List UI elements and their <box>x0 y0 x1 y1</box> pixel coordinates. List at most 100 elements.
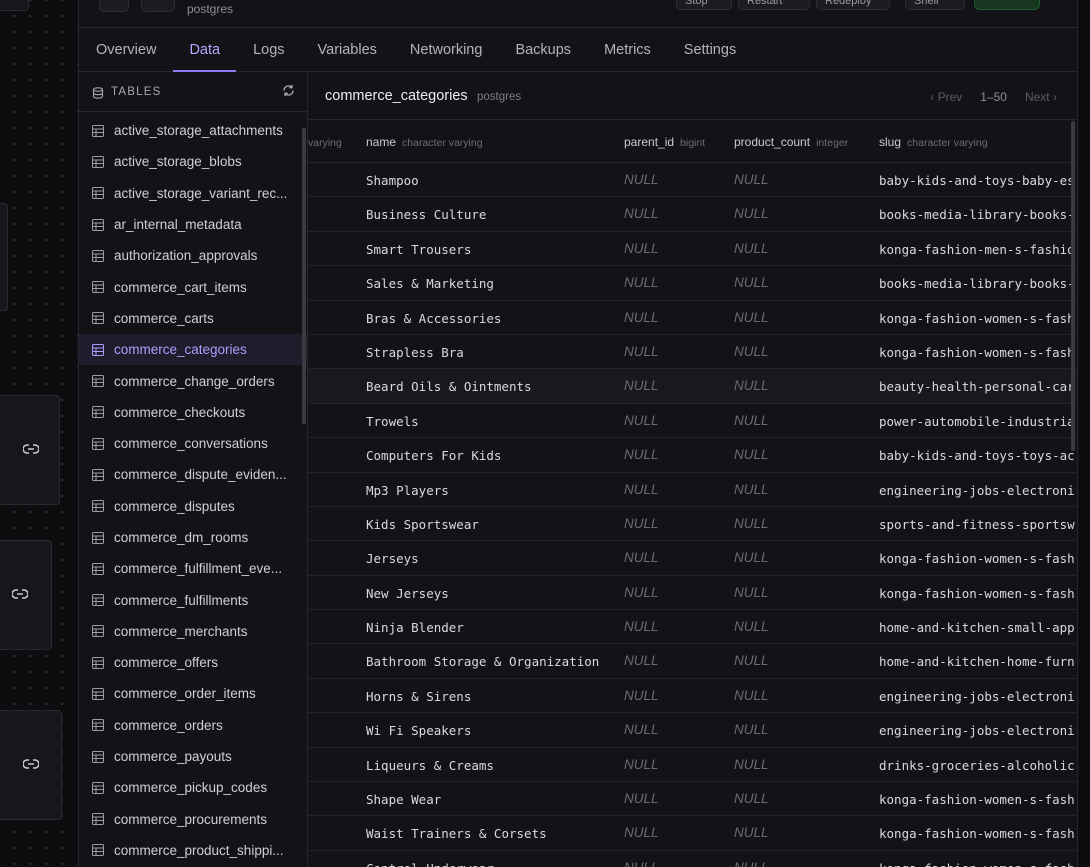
cell-slug[interactable]: konga-fashion-women-s-fash <box>879 792 1075 807</box>
cell-parent-id[interactable]: NULL <box>624 550 659 565</box>
cell-name[interactable]: Jerseys <box>366 551 419 566</box>
sidebar-table-item[interactable]: commerce_product_shippi... <box>79 835 307 866</box>
cell-slug[interactable]: konga-fashion-women-s-fash <box>879 861 1075 867</box>
cell-product-count[interactable]: NULL <box>734 550 769 565</box>
cell-name[interactable]: Mp3 Players <box>366 483 449 498</box>
canvas-service-card[interactable] <box>0 0 29 11</box>
cell-product-count[interactable]: NULL <box>734 206 769 221</box>
cell-product-count[interactable]: NULL <box>734 275 769 290</box>
sidebar-table-item[interactable]: commerce_conversations <box>79 428 307 459</box>
cell-parent-id[interactable]: NULL <box>624 825 659 840</box>
cell-parent-id[interactable]: NULL <box>624 585 659 600</box>
canvas-service-card[interactable] <box>0 395 60 505</box>
redeploy-button[interactable]: Redeploy <box>816 0 890 10</box>
cell-slug[interactable]: home-and-kitchen-small-app <box>879 620 1075 635</box>
tab-metrics[interactable]: Metrics <box>604 28 651 72</box>
table-row[interactable]: Smart Trousers NULL NULL konga-fashion-men-… <box>308 232 1077 267</box>
table-row[interactable]: Beard Oils & Ointments NULL NULL beauty-hea… <box>308 369 1077 404</box>
shell-button[interactable]: Shell <box>905 0 965 10</box>
cell-parent-id[interactable]: NULL <box>624 275 659 290</box>
sidebar-table-item[interactable]: commerce_carts <box>79 303 307 334</box>
cell-parent-id[interactable]: NULL <box>624 516 659 531</box>
cell-name[interactable]: Control Underwear <box>366 861 494 867</box>
sidebar-table-item[interactable]: commerce_payouts <box>79 741 307 772</box>
cell-product-count[interactable]: NULL <box>734 688 769 703</box>
table-row[interactable]: Ninja Blender NULL NULL home-and-kitchen-sm… <box>308 610 1077 645</box>
cell-name[interactable]: Sales & Marketing <box>366 276 494 291</box>
cell-slug[interactable]: drinks-groceries-alcoholic <box>879 758 1075 773</box>
sidebar-table-item[interactable]: commerce_cart_items <box>79 271 307 302</box>
cell-name[interactable]: Horns & Sirens <box>366 689 471 704</box>
close-panel-button[interactable] <box>99 0 129 12</box>
sidebar-table-item[interactable]: commerce_categories <box>79 334 307 366</box>
sidebar-table-item[interactable]: commerce_checkouts <box>79 397 307 428</box>
cell-slug[interactable]: baby-kids-and-toys-toys-ac <box>879 448 1075 463</box>
table-row[interactable]: Wi Fi Speakers NULL NULL engineering-jobs-e… <box>308 713 1077 748</box>
cell-name[interactable]: Liqueurs & Creams <box>366 758 494 773</box>
cell-parent-id[interactable]: NULL <box>624 757 659 772</box>
sidebar-table-item[interactable]: commerce_dispute_eviden... <box>79 459 307 490</box>
cell-slug[interactable]: books-media-library-books- <box>879 207 1075 222</box>
cell-product-count[interactable]: NULL <box>734 825 769 840</box>
cell-name[interactable]: Bras & Accessories <box>366 311 501 326</box>
tab-logs[interactable]: Logs <box>253 28 284 72</box>
table-row[interactable]: Strapless Bra NULL NULL konga-fashion-women… <box>308 335 1077 370</box>
cell-parent-id[interactable]: NULL <box>624 482 659 497</box>
table-row[interactable]: Waist Trainers & Corsets NULL NULL konga-fa… <box>308 816 1077 851</box>
cell-product-count[interactable]: NULL <box>734 413 769 428</box>
table-row[interactable]: Bathroom Storage & Organization NULL NULL h… <box>308 644 1077 679</box>
cell-product-count[interactable]: NULL <box>734 378 769 393</box>
stop-button[interactable]: Stop <box>676 0 732 10</box>
table-row[interactable]: Control Underwear NULL NULL konga-fashion-w… <box>308 851 1077 867</box>
sidebar-table-item[interactable]: commerce_pickup_codes <box>79 772 307 803</box>
cell-name[interactable]: Computers For Kids <box>366 448 501 463</box>
table-row[interactable]: New Jerseys NULL NULL konga-fashion-women-s… <box>308 576 1077 611</box>
cell-parent-id[interactable]: NULL <box>624 310 659 325</box>
cell-parent-id[interactable]: NULL <box>624 172 659 187</box>
table-row[interactable]: Business Culture NULL NULL books-media-libr… <box>308 197 1077 232</box>
table-row[interactable]: Liqueurs & Creams NULL NULL drinks-grocerie… <box>308 748 1077 783</box>
cell-slug[interactable]: beauty-health-personal-car <box>879 379 1075 394</box>
cell-parent-id[interactable]: NULL <box>624 378 659 393</box>
table-scrollbar[interactable] <box>1071 121 1075 451</box>
cell-product-count[interactable]: NULL <box>734 791 769 806</box>
cell-parent-id[interactable]: NULL <box>624 206 659 221</box>
table-row[interactable]: Horns & Sirens NULL NULL engineering-jobs-e… <box>308 679 1077 714</box>
cell-parent-id[interactable]: NULL <box>624 344 659 359</box>
cell-product-count[interactable]: NULL <box>734 860 769 867</box>
cell-product-count[interactable]: NULL <box>734 172 769 187</box>
cell-parent-id[interactable]: NULL <box>624 413 659 428</box>
column-header-slug[interactable]: slug character varying <box>879 135 988 149</box>
table-row[interactable]: Mp3 Players NULL NULL engineering-jobs-elec… <box>308 473 1077 507</box>
cell-slug[interactable]: konga-fashion-women-s-fash <box>879 826 1075 841</box>
cell-name[interactable]: Smart Trousers <box>366 242 471 257</box>
sidebar-table-item[interactable]: commerce_order_items <box>79 678 307 709</box>
cell-name[interactable]: Bathroom Storage & Organization <box>366 654 599 669</box>
sidebar-table-item[interactable]: commerce_offers <box>79 647 307 678</box>
cell-slug[interactable]: power-automobile-industria <box>879 414 1075 429</box>
sidebar-table-item[interactable]: commerce_change_orders <box>79 365 307 396</box>
cell-name[interactable]: Shape Wear <box>366 792 441 807</box>
table-row[interactable]: Sales & Marketing NULL NULL books-media-lib… <box>308 266 1077 301</box>
cell-slug[interactable]: engineering-jobs-electroni <box>879 689 1075 704</box>
sidebar-table-item[interactable]: commerce_procurements <box>79 804 307 835</box>
project-canvas[interactable] <box>0 0 78 867</box>
sidebar-table-item[interactable]: commerce_merchants <box>79 616 307 647</box>
cell-slug[interactable]: books-media-library-books- <box>879 276 1075 291</box>
tab-variables[interactable]: Variables <box>318 28 377 72</box>
tab-overview[interactable]: Overview <box>96 28 156 72</box>
cell-parent-id[interactable]: NULL <box>624 722 659 737</box>
table-row[interactable]: Bras & Accessories NULL NULL konga-fashion-… <box>308 301 1077 335</box>
cell-product-count[interactable]: NULL <box>734 482 769 497</box>
restart-button[interactable]: Restart <box>738 0 810 10</box>
tab-settings[interactable]: Settings <box>684 28 736 72</box>
column-header-product-count[interactable]: product_count integer <box>734 135 848 149</box>
sidebar-table-item[interactable]: commerce_dm_rooms <box>79 522 307 553</box>
tab-networking[interactable]: Networking <box>410 28 483 72</box>
cell-parent-id[interactable]: NULL <box>624 447 659 462</box>
cell-product-count[interactable]: NULL <box>734 757 769 772</box>
cell-slug[interactable]: engineering-jobs-electroni <box>879 723 1075 738</box>
prev-page-button[interactable]: ‹ Prev <box>930 90 962 104</box>
canvas-service-card[interactable] <box>0 710 62 820</box>
sidebar-table-item[interactable]: commerce_fulfillments <box>79 584 307 615</box>
